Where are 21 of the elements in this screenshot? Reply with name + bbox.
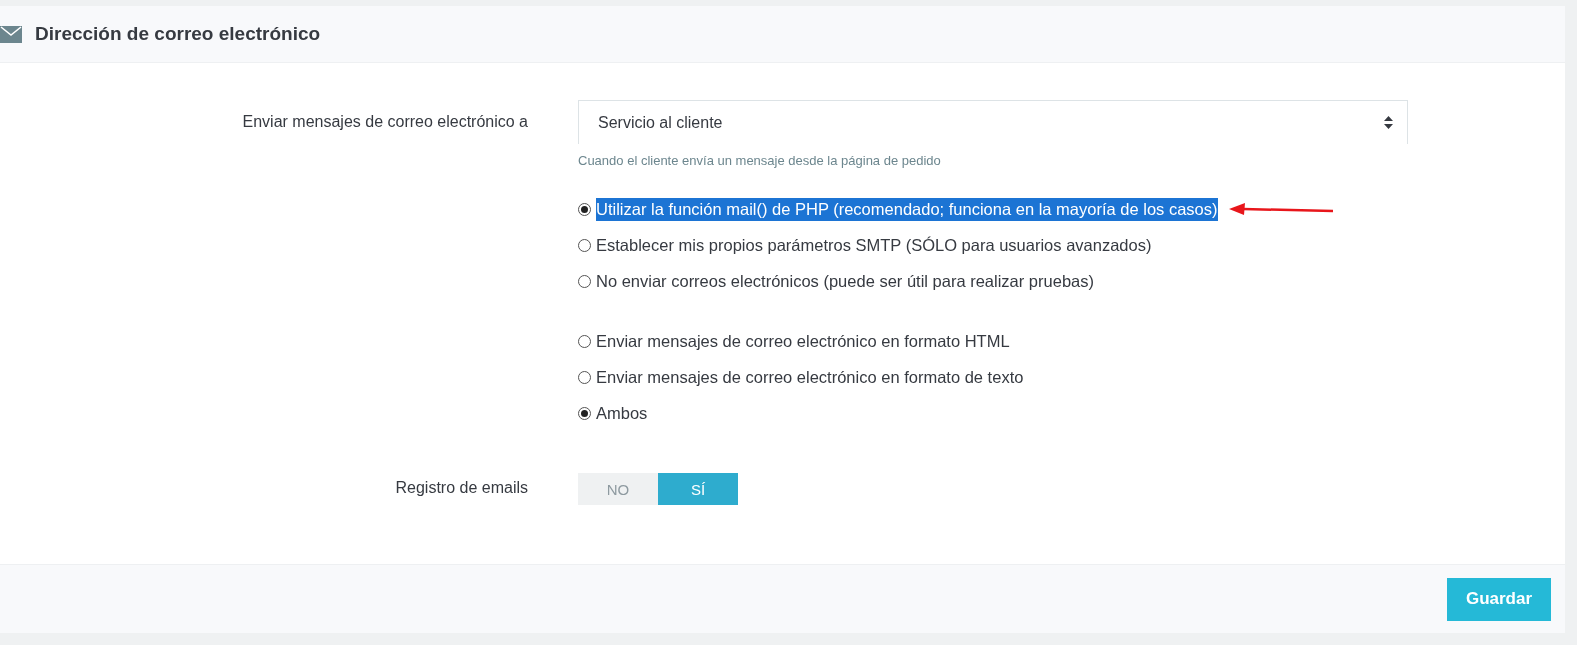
option-label: No enviar correos electrónicos (puede ser útil para realizar pruebas) [596, 271, 1094, 292]
option-label: Enviar mensajes de correo electrónico en formato de texto [596, 367, 1024, 388]
radio-button[interactable] [578, 203, 591, 216]
toggle-option[interactable]: SÍ [658, 473, 738, 505]
radio-button[interactable] [578, 335, 591, 348]
option-label: Ambos [596, 403, 648, 424]
toggle-option[interactable]: NO [578, 473, 658, 505]
option-label: Enviar mensajes de correo electrónico en formato HTML [596, 331, 1010, 352]
option-label: Utilizar la función mail() de PHP (recomendado; funciona en la mayoría de los casos) [596, 198, 1218, 221]
sort-arrows-icon [1384, 116, 1393, 129]
dropdown-select[interactable]: Servicio al cliente [578, 100, 1408, 144]
save-button[interactable]: Guardar [1447, 577, 1551, 621]
radio-button[interactable] [578, 275, 591, 288]
field-label: Registro de emails [395, 479, 528, 496]
help-text: Cuando el cliente envía un mensaje desde la página de pedido [578, 153, 942, 168]
option-label: Establecer mis propios parámetros SMTP (SÓLO para usuarios avanzados) [596, 235, 1152, 256]
radio-button[interactable] [578, 407, 591, 420]
panel-title: Dirección de correo electrónico [35, 23, 321, 45]
field-label: Enviar mensajes de correo electrónico a [242, 113, 528, 130]
radio-button[interactable] [578, 371, 591, 384]
radio-button[interactable] [578, 239, 591, 252]
